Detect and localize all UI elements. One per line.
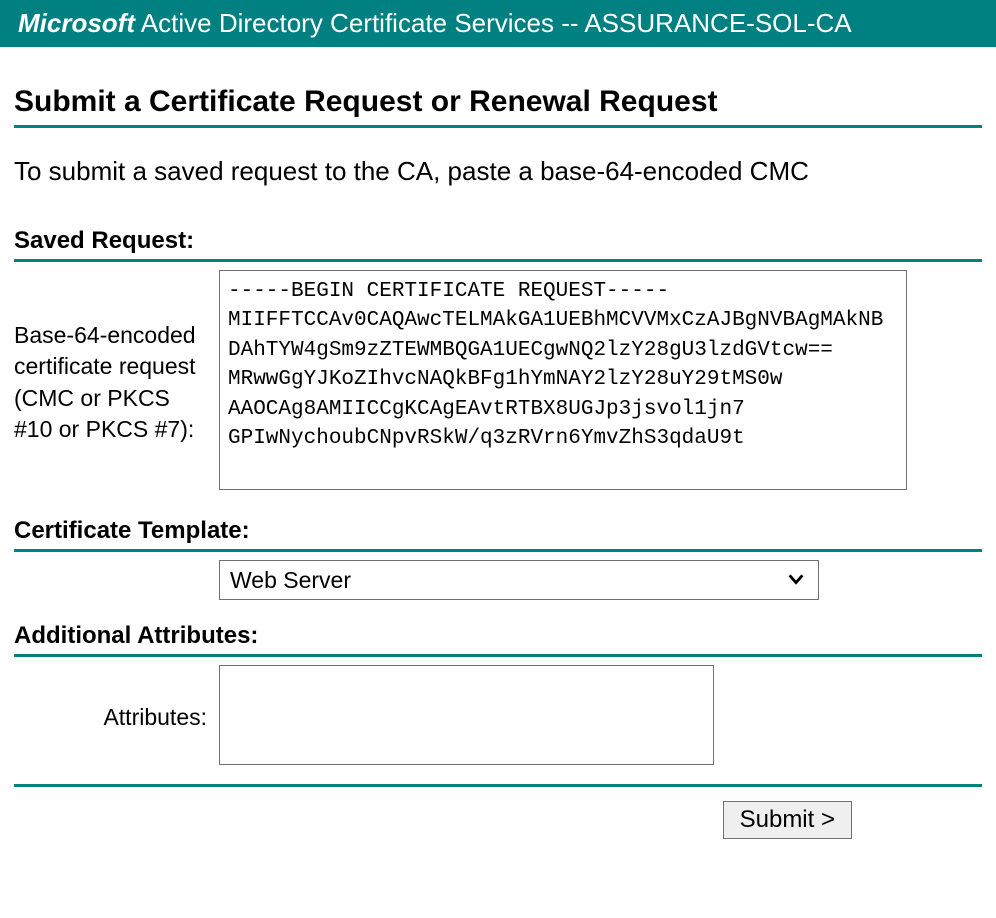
section-saved-request-heading: Saved Request: [14, 227, 982, 262]
section-additional-attributes-heading: Additional Attributes: [14, 622, 982, 657]
header-bar: Microsoft Active Directory Certificate S… [0, 0, 996, 47]
saved-request-label: Base-64-encoded certificate request (CMC… [14, 320, 219, 444]
section-cert-template-heading: Certificate Template: [14, 517, 982, 552]
page-title: Submit a Certificate Request or Renewal … [14, 85, 982, 128]
attributes-textarea[interactable] [219, 665, 714, 765]
header-brand: Microsoft [18, 8, 135, 38]
header-service: Active Directory Certificate Services [135, 8, 561, 38]
instruction-text: To submit a saved request to the CA, pas… [14, 156, 982, 187]
saved-request-textarea[interactable] [219, 270, 907, 490]
submit-button[interactable]: Submit > [723, 801, 852, 839]
certificate-template-select[interactable]: Web Server [219, 560, 819, 600]
bottom-divider [14, 784, 982, 787]
attributes-label: Attributes: [14, 702, 219, 733]
header-separator: -- [561, 8, 584, 38]
header-ca-name: ASSURANCE-SOL-CA [584, 8, 851, 38]
